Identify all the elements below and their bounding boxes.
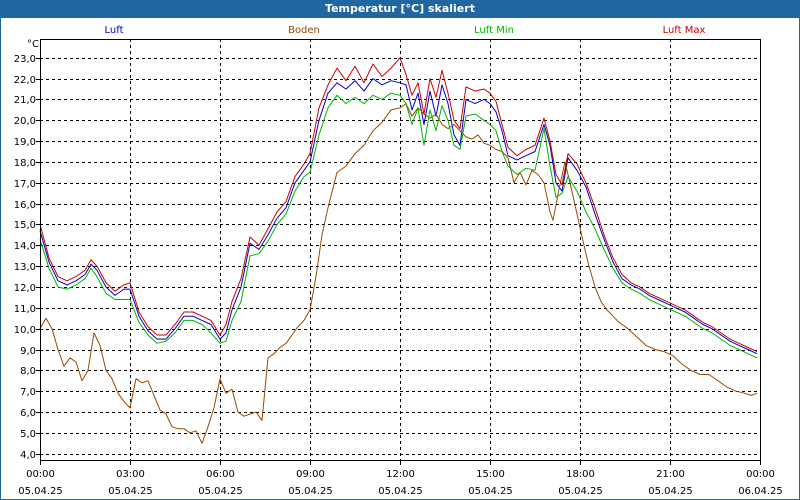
y-tick-label: 5,0 xyxy=(20,429,36,440)
temperature-chart: 4,0 5,0 6,0 7,0 8,0 9,0 10,0 11,0 12,0 13,0 14,0 15… xyxy=(14,25,783,497)
x-tick-date: 05.04.25 xyxy=(288,486,333,497)
legend-luft-min: Luft Min xyxy=(474,25,514,36)
x-tick-time: 18:00 xyxy=(566,469,595,480)
y-unit-label: °C xyxy=(27,39,39,50)
x-tick-time: 06:00 xyxy=(206,469,235,480)
series-line-luft-min xyxy=(39,92,758,359)
y-tick-label: 9,0 xyxy=(20,346,36,357)
x-tick-date: 05.04.25 xyxy=(108,486,153,497)
y-tick-label: 10,0 xyxy=(14,325,36,336)
x-tick-date: 05.04.25 xyxy=(198,486,243,497)
x-tick-time: 15:00 xyxy=(476,469,505,480)
x-tick-time: 09:00 xyxy=(296,469,325,480)
y-tick-label: 18,0 xyxy=(14,158,36,169)
x-tick-time: 03:00 xyxy=(116,469,145,480)
y-tick-label: 7,0 xyxy=(20,387,36,398)
x-tick-date: 05.04.25 xyxy=(18,486,63,497)
chart-title: Temperatur [°C] skaliert xyxy=(325,2,475,15)
x-tick-time: 00:00 xyxy=(746,469,775,480)
y-tick-label: 13,0 xyxy=(14,262,36,273)
chart-panel: 4,0 5,0 6,0 7,0 8,0 9,0 10,0 11,0 12,0 13,0 14,0 15… xyxy=(1,18,799,499)
y-tick-label: 8,0 xyxy=(20,366,36,377)
y-tick-label: 22,0 xyxy=(14,75,36,86)
x-tick-date: 05.04.25 xyxy=(468,486,513,497)
y-tick-label: 4,0 xyxy=(20,450,36,461)
series-line-luft xyxy=(39,78,758,355)
x-tick-time: 12:00 xyxy=(386,469,415,480)
y-tick-label: 14,0 xyxy=(14,241,36,252)
legend: Luft Boden Luft Min Luft Max xyxy=(105,25,706,36)
y-tick-label: 6,0 xyxy=(20,408,36,419)
legend-luft-max: Luft Max xyxy=(663,25,706,36)
series-line-boden xyxy=(39,103,758,444)
y-tick-label: 15,0 xyxy=(14,220,36,231)
y-tick-label: 20,0 xyxy=(14,116,36,127)
x-tick-date: 05.04.25 xyxy=(648,486,693,497)
x-tick-date: 05.04.25 xyxy=(558,486,603,497)
y-tick-label: 23,0 xyxy=(14,54,36,65)
series-lines xyxy=(39,57,758,444)
legend-boden: Boden xyxy=(288,25,320,36)
legend-luft: Luft xyxy=(105,25,124,36)
y-tick-label: 17,0 xyxy=(14,179,36,190)
series-line-luft-max xyxy=(39,57,758,353)
x-tick-time: 21:00 xyxy=(656,469,685,480)
grid xyxy=(40,39,761,460)
chart-window: Temperatur [°C] skaliert 4,0 5,0 6,0 7,0 8,0… xyxy=(0,0,800,500)
x-tick-date: 05.04.25 xyxy=(378,486,423,497)
y-tick-label: 12,0 xyxy=(14,283,36,294)
y-tick-label: 21,0 xyxy=(14,95,36,106)
y-tick-label: 19,0 xyxy=(14,137,36,148)
y-tick-label: 11,0 xyxy=(14,304,36,315)
x-tick-date: 06.04.25 xyxy=(738,486,783,497)
y-tick-label: 16,0 xyxy=(14,200,36,211)
x-tick-time: 00:00 xyxy=(26,469,55,480)
